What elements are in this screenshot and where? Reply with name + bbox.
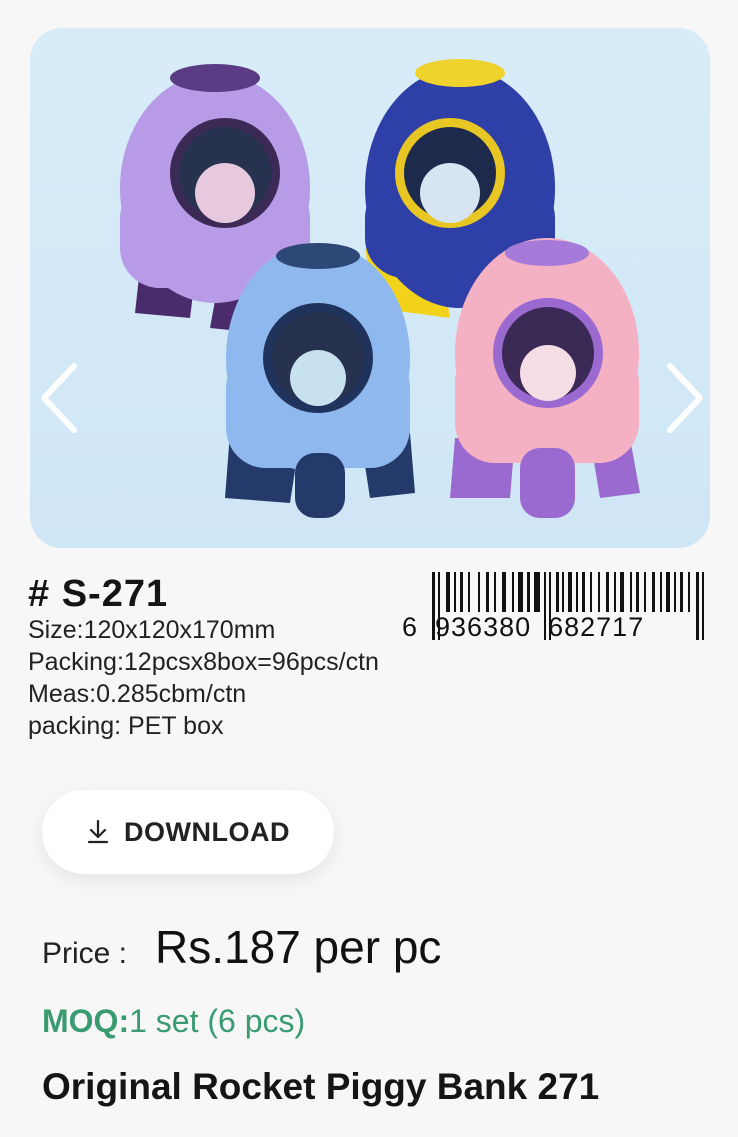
moq-value: 1 set (6 pcs)	[129, 1003, 306, 1039]
download-button[interactable]: DOWNLOAD	[42, 790, 334, 874]
barcode-number: 6 936380 682717	[402, 612, 645, 642]
moq-row: MOQ:1 set (6 pcs)	[42, 1003, 305, 1040]
chevron-right-icon	[667, 363, 703, 433]
spec-meas: Meas:0.285cbm/ctn	[28, 680, 247, 708]
price-row: Price : Rs.187 per pc	[42, 920, 441, 974]
product-title: Original Rocket Piggy Bank 271	[42, 1066, 600, 1107]
price-value: Rs.187 per pc	[155, 921, 442, 973]
light-blue-rocket-image	[225, 243, 415, 518]
moq-label: MOQ:	[42, 1003, 130, 1039]
carousel-next-button[interactable]	[660, 358, 708, 438]
download-icon	[87, 819, 109, 844]
spec-packing-type: packing: PET box	[28, 712, 224, 740]
chevron-left-icon	[41, 363, 77, 433]
carousel-prev-button[interactable]	[36, 358, 84, 438]
spec-packing: Packing:12pcsx8box=96pcs/ctn	[28, 648, 379, 676]
pink-rocket-image	[450, 238, 640, 518]
product-photo	[120, 59, 640, 518]
product-image-carousel[interactable]	[30, 28, 710, 548]
price-label: Price :	[42, 937, 128, 970]
download-button-label: DOWNLOAD	[124, 816, 290, 847]
